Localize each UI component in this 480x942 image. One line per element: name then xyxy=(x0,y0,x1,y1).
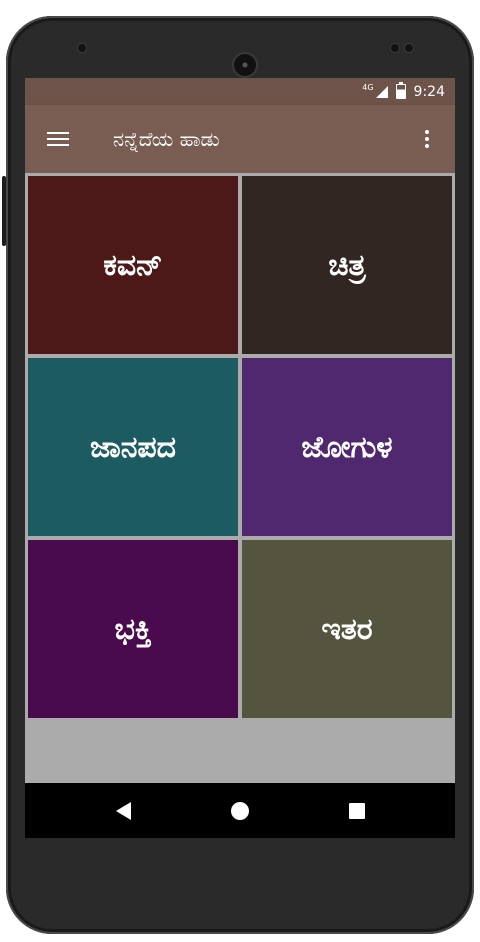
recents-icon xyxy=(348,802,365,819)
category-grid: ಕವನ್ ಚಿತ್ರ ಜಾನಪದ ಜೋಗುಳ ಭಕ್ತಿ ಇತರ xyxy=(28,176,452,718)
light-sensor xyxy=(405,44,413,52)
tile-label: ಕವನ್ xyxy=(103,247,163,283)
battery-icon xyxy=(395,82,406,99)
signal-icon xyxy=(375,85,388,98)
tile-label: ಇತರ xyxy=(321,611,373,647)
tile-label: ಭಕ್ತಿ xyxy=(114,611,152,647)
back-icon xyxy=(115,801,131,820)
recents-button[interactable] xyxy=(327,783,387,838)
category-tile-itara[interactable]: ಇತರ xyxy=(242,540,452,718)
back-button[interactable] xyxy=(93,783,153,838)
proximity-sensor xyxy=(391,44,399,52)
category-tile-bhakti[interactable]: ಭಕ್ತಿ xyxy=(28,540,238,718)
side-button xyxy=(2,176,6,246)
clock: 9:24 xyxy=(413,83,445,100)
app-toolbar: ನನ್ನೆದೆಯ ಹಾಡು xyxy=(25,105,455,173)
status-bar: 4G 9:24 xyxy=(25,78,455,105)
category-tile-janapada[interactable]: ಜಾನಪದ xyxy=(28,358,238,536)
category-tile-chitra[interactable]: ಚಿತ್ರ xyxy=(242,176,452,354)
home-button[interactable] xyxy=(210,783,270,838)
tile-label: ಜೋಗುಳ xyxy=(301,429,393,465)
overflow-menu-icon[interactable] xyxy=(399,105,455,173)
front-sensor xyxy=(78,44,86,52)
content-area: ಕವನ್ ಚಿತ್ರ ಜಾನಪದ ಜೋಗುಳ ಭಕ್ತಿ ಇತರ xyxy=(25,173,455,783)
app-title: ನನ್ನೆದೆಯ ಹಾಡು xyxy=(113,127,220,151)
tile-label: ಜಾನಪದ xyxy=(89,429,177,465)
navigation-bar xyxy=(25,783,455,838)
category-tile-kavan[interactable]: ಕವನ್ xyxy=(28,176,238,354)
hamburger-menu-icon[interactable] xyxy=(25,105,93,173)
network-type: 4G xyxy=(362,83,374,92)
screen: 4G 9:24 ನನ್ನೆದೆಯ ಹಾಡು ಕವನ್ ಚಿತ್ರ ಜಾನಪದ ಜ… xyxy=(25,78,455,838)
tile-label: ಚಿತ್ರ xyxy=(328,247,366,283)
category-tile-jogula[interactable]: ಜೋಗುಳ xyxy=(242,358,452,536)
home-icon xyxy=(230,801,249,820)
front-camera xyxy=(234,54,256,76)
